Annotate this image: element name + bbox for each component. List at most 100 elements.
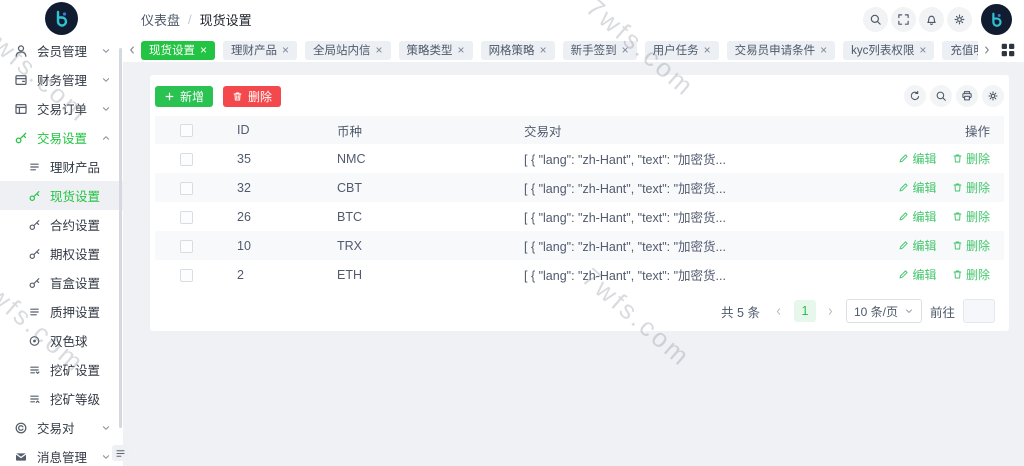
col-header-pair: 交易对	[506, 116, 836, 144]
sidebar-menu: 会员管理 财务管理 交易订单 交易设置 理财产品	[0, 36, 123, 466]
cell-pair: [ { "lang": "zh-Hant", "text": "加密货...	[506, 144, 836, 173]
row-checkbox[interactable]	[180, 269, 193, 282]
tabs-scroll-right-button[interactable]	[978, 44, 996, 56]
close-icon[interactable]: ×	[282, 44, 289, 56]
settings-button[interactable]	[947, 7, 972, 32]
close-icon[interactable]: ×	[458, 44, 465, 56]
tab-list: 现货设置× 理财产品× 全局站内信× 策略类型× 网格策略× 新手签到× 用户任…	[141, 38, 978, 62]
sidebar-item-messages[interactable]: 消息管理	[0, 442, 123, 466]
print-button[interactable]	[956, 85, 978, 107]
cell-id: 26	[219, 202, 319, 231]
sidebar-item-staking-settings[interactable]: 质押设置	[0, 297, 123, 326]
tabbar: 现货设置× 理财产品× 全局站内信× 策略类型× 网格策略× 新手签到× 用户任…	[123, 38, 1024, 62]
chevron-down-icon	[100, 74, 112, 86]
avatar[interactable]	[981, 4, 1012, 35]
sidebar-item-orders[interactable]: 交易订单	[0, 94, 123, 123]
page-size-select[interactable]: 10 条/页	[846, 299, 922, 323]
app-root: 7wfs.com 7wfs.com 7wfs.com 7wfs.com 会员管理…	[0, 0, 1024, 466]
order-list-icon	[14, 102, 28, 116]
sidebar-item-mining-levels[interactable]: 挖矿等级	[0, 384, 123, 413]
sidebar-item-spot-settings[interactable]: 现货设置	[0, 181, 123, 210]
close-icon[interactable]: ×	[200, 44, 207, 56]
tab-strategy-type[interactable]: 策略类型×	[399, 41, 473, 60]
select-all-checkbox[interactable]	[180, 124, 193, 137]
column-settings-button[interactable]	[982, 85, 1004, 107]
trash-icon	[952, 182, 963, 193]
close-icon[interactable]: ×	[540, 44, 547, 56]
sidebar-item-mining-settings[interactable]: 挖矿设置	[0, 355, 123, 384]
goto-page-input[interactable]	[963, 299, 995, 323]
notifications-button[interactable]	[919, 7, 944, 32]
pencil-icon	[898, 211, 909, 222]
row-checkbox[interactable]	[180, 182, 193, 195]
tab-deposit-details[interactable]: 充值明细×	[942, 41, 978, 60]
refresh-button[interactable]	[904, 85, 926, 107]
tab-wealth-products[interactable]: 理财产品×	[223, 41, 297, 60]
sidebar-item-trading-pairs[interactable]: 交易对	[0, 413, 123, 442]
sidebar-item-label: 财务管理	[37, 70, 87, 89]
delete-link[interactable]: 删除	[952, 266, 990, 283]
list-icon	[28, 305, 41, 319]
sidebar-item-wealth-products[interactable]: 理财产品	[0, 152, 123, 181]
page-number[interactable]: 1	[794, 300, 816, 322]
close-icon[interactable]: ×	[376, 44, 383, 56]
sidebar-item-label: 交易对	[37, 418, 75, 437]
next-page-button[interactable]	[824, 304, 838, 318]
close-icon[interactable]: ×	[820, 44, 827, 56]
sidebar-item-trade-settings[interactable]: 交易设置	[0, 123, 123, 152]
tab-newbie-signin[interactable]: 新手签到×	[563, 41, 637, 60]
pagination: 共 5 条 1 10 条/页 前往	[155, 289, 1004, 333]
delete-link[interactable]: 删除	[952, 179, 990, 196]
trash-icon	[952, 240, 963, 251]
tab-trader-apply[interactable]: 交易员申请条件×	[727, 41, 836, 60]
sidebar-item-blindbox-settings[interactable]: 盲盒设置	[0, 268, 123, 297]
delete-link[interactable]: 删除	[952, 150, 990, 167]
table-header-row: ID 币种 交易对 操作	[155, 116, 1004, 144]
row-checkbox[interactable]	[180, 211, 193, 224]
delete-button[interactable]: 删除	[223, 86, 281, 107]
sidebar-item-contract-settings[interactable]: 合约设置	[0, 210, 123, 239]
delete-link[interactable]: 删除	[952, 208, 990, 225]
cell-coin: CBT	[319, 173, 506, 202]
table-search-button[interactable]	[930, 85, 952, 107]
sidebar-scrollbar[interactable]	[119, 48, 122, 428]
tab-kyc-permissions[interactable]: kyc列表权限×	[843, 41, 934, 60]
edit-link[interactable]: 编辑	[898, 150, 936, 167]
edit-link[interactable]: 编辑	[898, 266, 936, 283]
pagination-total: 共 5 条	[721, 302, 760, 321]
fullscreen-button[interactable]	[891, 7, 916, 32]
add-button[interactable]: 新增	[155, 86, 213, 107]
app-logo[interactable]	[0, 0, 123, 36]
edit-link[interactable]: 编辑	[898, 208, 936, 225]
row-checkbox[interactable]	[180, 240, 193, 253]
row-checkbox[interactable]	[180, 153, 193, 166]
table-row: 26 BTC [ { "lang": "zh-Hant", "text": "加…	[155, 202, 1004, 231]
sidebar-item-lottery[interactable]: 双色球	[0, 326, 123, 355]
trash-icon	[952, 153, 963, 164]
close-icon[interactable]: ×	[622, 44, 629, 56]
tab-user-tasks[interactable]: 用户任务×	[645, 41, 719, 60]
tab-spot-settings[interactable]: 现货设置×	[141, 41, 215, 60]
sidebar-item-members[interactable]: 会员管理	[0, 36, 123, 65]
breadcrumb: 仪表盘 / 现货设置	[123, 10, 252, 29]
prev-page-button[interactable]	[772, 304, 786, 318]
collapsed-menu-button[interactable]	[112, 445, 129, 461]
tabs-menu-button[interactable]	[1000, 42, 1016, 58]
pencil-icon	[898, 269, 909, 280]
pencil-icon	[898, 182, 909, 193]
edit-link[interactable]: 编辑	[898, 179, 936, 196]
edit-link[interactable]: 编辑	[898, 237, 936, 254]
search-button[interactable]	[863, 7, 888, 32]
tab-grid-strategy[interactable]: 网格策略×	[481, 41, 555, 60]
breadcrumb-dashboard[interactable]: 仪表盘	[141, 10, 180, 29]
tab-global-message[interactable]: 全局站内信×	[305, 41, 391, 60]
close-icon[interactable]: ×	[919, 44, 926, 56]
sidebar-item-finance[interactable]: 财务管理	[0, 65, 123, 94]
delete-link[interactable]: 删除	[952, 237, 990, 254]
sidebar-item-options-settings[interactable]: 期权设置	[0, 239, 123, 268]
table-tools	[904, 85, 1004, 107]
chevron-right-icon	[825, 306, 836, 317]
tabs-scroll-left-button[interactable]	[123, 44, 141, 56]
close-icon[interactable]: ×	[704, 44, 711, 56]
chevron-left-icon	[126, 44, 138, 56]
